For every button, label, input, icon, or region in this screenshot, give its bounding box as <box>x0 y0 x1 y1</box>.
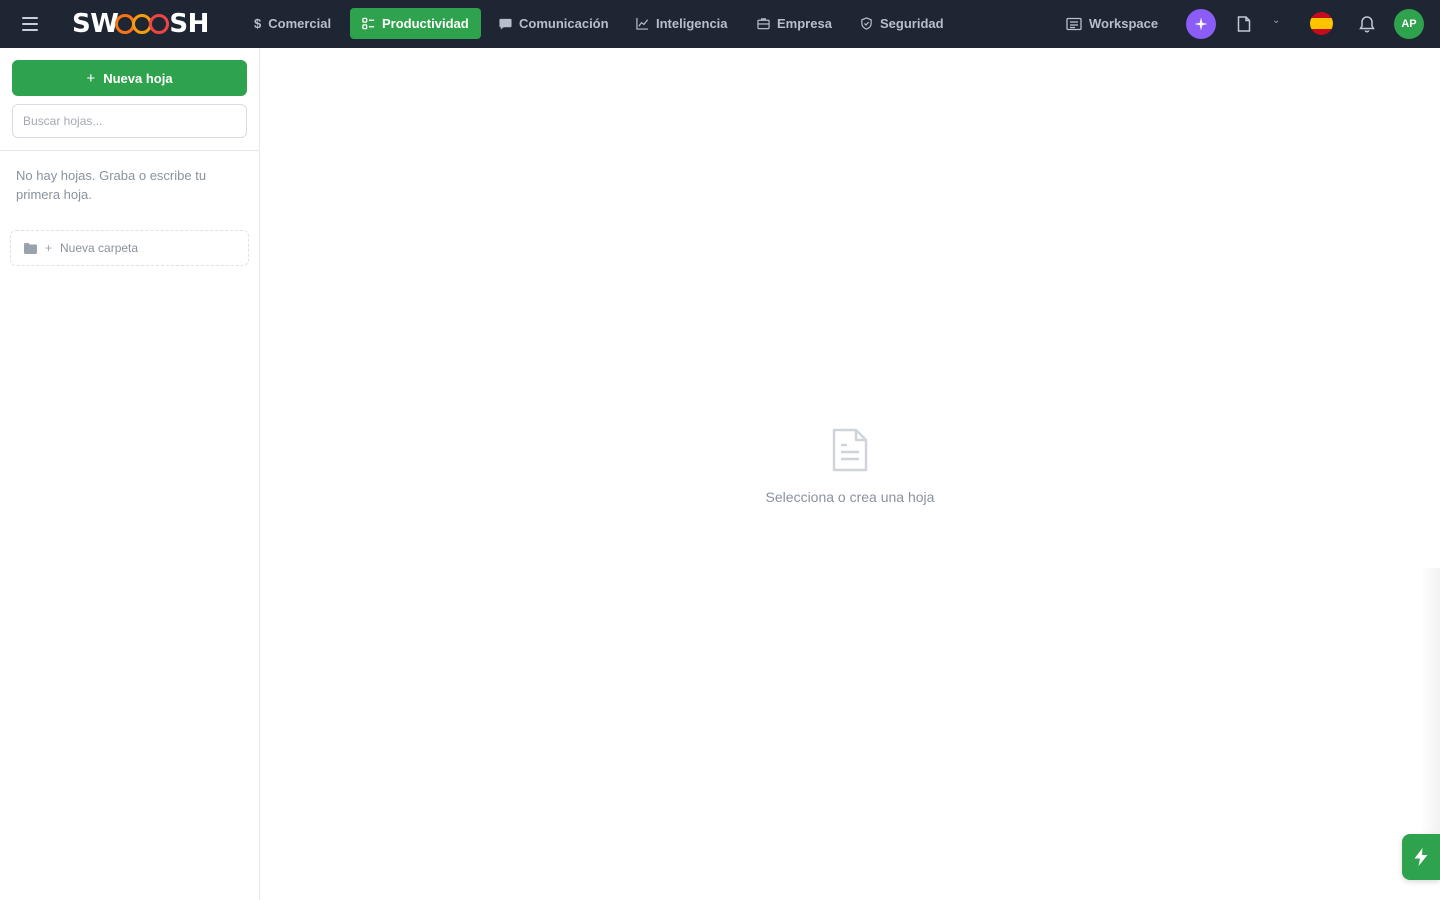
chat-icon <box>499 18 512 30</box>
chevron-down-icon[interactable]: ⌄ <box>1272 15 1280 26</box>
nav-tab-label: Empresa <box>777 16 832 31</box>
plus-icon: + <box>45 241 53 255</box>
dollar-icon: $ <box>254 16 262 31</box>
nav-tab-label: Comunicación <box>519 16 609 31</box>
new-folder-button[interactable]: + Nueva carpeta <box>10 230 249 266</box>
nav-tab-seguridad[interactable]: Seguridad <box>848 8 956 39</box>
sparkle-icon <box>1194 17 1208 31</box>
ai-assistant-button[interactable] <box>1186 9 1216 39</box>
workspace-icon <box>1066 17 1082 30</box>
nav-tab-label: Comercial <box>268 16 332 31</box>
menu-icon[interactable] <box>22 14 42 34</box>
nav-tab-label: Inteligencia <box>656 16 728 31</box>
new-folder-label: Nueva carpeta <box>60 241 139 255</box>
nav-tab-comercial[interactable]: $ Comercial <box>242 8 343 39</box>
new-sheet-button[interactable]: + Nueva hoja <box>12 60 247 96</box>
nav-tab-label: Seguridad <box>880 16 944 31</box>
logo-text-right: SH <box>169 9 209 39</box>
nav-tab-comunicacion[interactable]: Comunicación <box>487 8 621 39</box>
shield-icon <box>861 17 872 30</box>
sidebar-divider <box>0 150 259 151</box>
sidebar: + Nueva hoja No hay hojas. Graba o escri… <box>0 48 260 900</box>
avatar-initials: AP <box>1401 18 1417 30</box>
checklist-icon <box>362 17 375 30</box>
new-sheet-label: Nueva hoja <box>103 70 173 86</box>
app-logo[interactable]: SW SH <box>72 9 209 39</box>
spain-flag-icon[interactable] <box>1310 12 1333 35</box>
bell-icon[interactable] <box>1357 14 1377 34</box>
document-icon[interactable] <box>1234 14 1254 34</box>
document-placeholder-icon <box>832 428 868 472</box>
folder-icon <box>24 242 37 254</box>
empty-state-text: Selecciona o crea una hoja <box>765 489 935 505</box>
nav-tab-empresa[interactable]: Empresa <box>745 8 844 39</box>
chart-line-icon <box>636 17 649 30</box>
top-navbar: SW SH $ Comercial Productividad Comunica… <box>0 0 1440 48</box>
empty-sheets-message: No hay hojas. Graba o escribe tu primera… <box>16 168 207 202</box>
lightning-icon <box>1414 848 1428 866</box>
search-sheets-input[interactable] <box>12 104 247 138</box>
user-avatar[interactable]: AP <box>1394 9 1424 39</box>
quick-action-button[interactable] <box>1402 834 1440 880</box>
panel-edge-shadow <box>1420 568 1440 868</box>
workspace-label: Workspace <box>1089 16 1159 31</box>
briefcase-icon <box>757 18 770 30</box>
main-content: Selecciona o crea una hoja <box>260 48 1440 900</box>
logo-text-left: SW <box>72 9 119 39</box>
workspace-button[interactable]: Workspace <box>1054 8 1170 39</box>
nav-tab-productividad[interactable]: Productividad <box>350 8 481 39</box>
plus-icon: + <box>86 69 96 87</box>
nav-tab-label: Productividad <box>382 16 469 31</box>
nav-tab-inteligencia[interactable]: Inteligencia <box>624 8 740 39</box>
